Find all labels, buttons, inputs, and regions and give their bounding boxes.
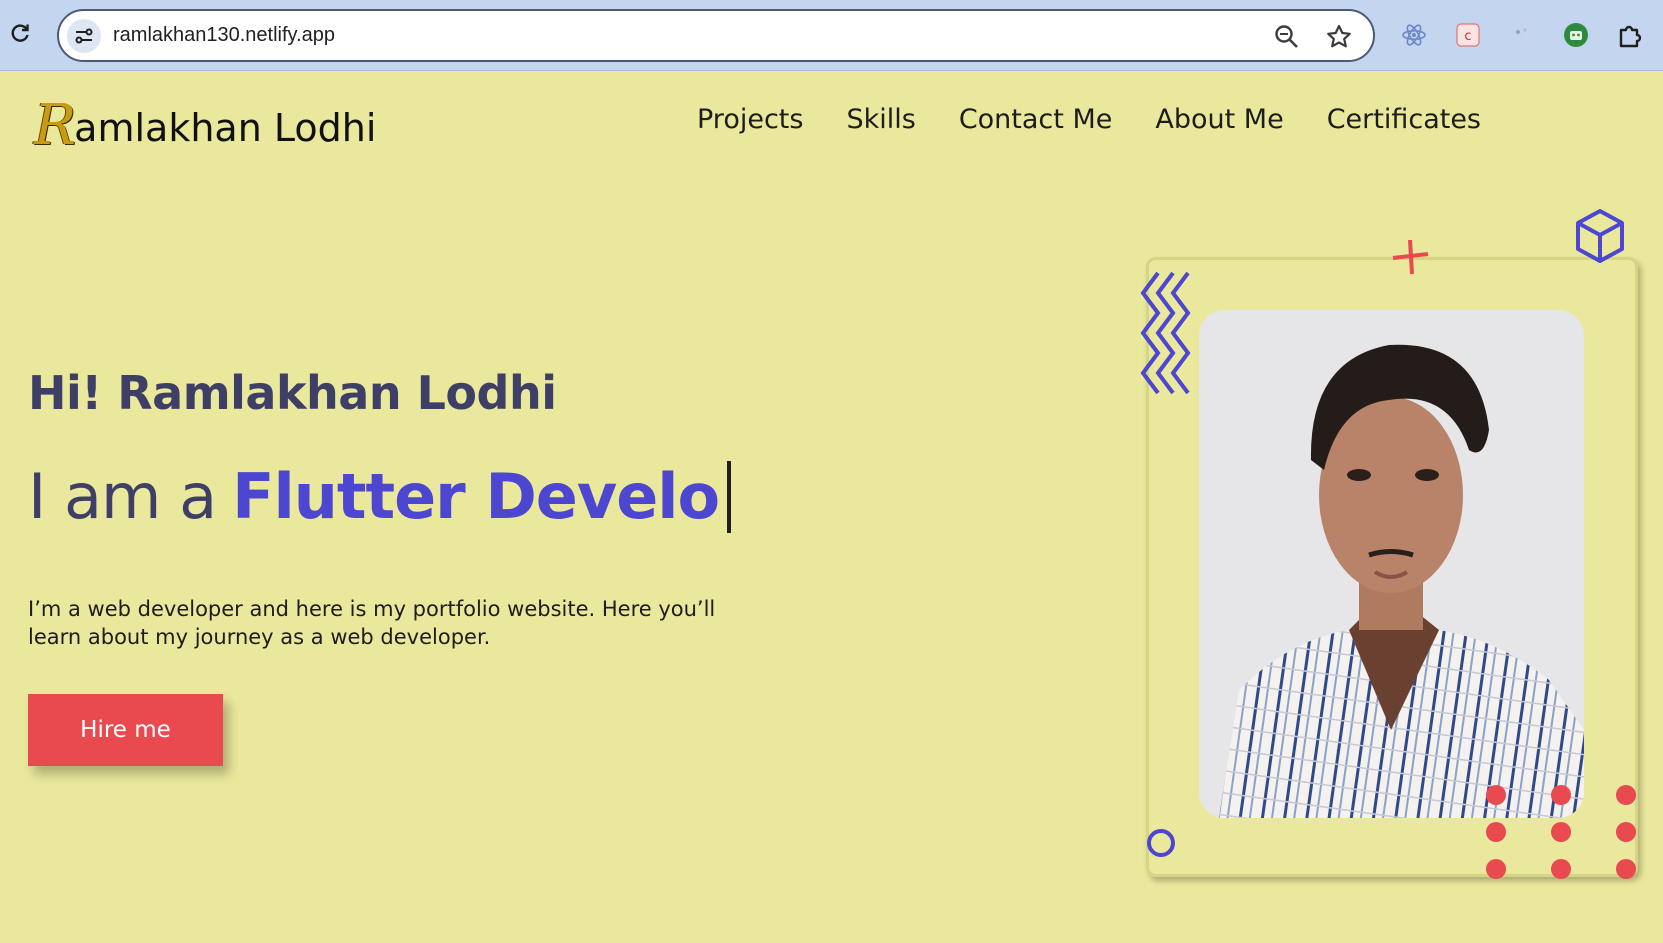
- site-info-icon[interactable]: [67, 19, 101, 53]
- logo-text: amlakhan Lodhi: [74, 106, 377, 150]
- plus-decoration: [1392, 239, 1429, 275]
- logo-initial: R: [34, 93, 77, 158]
- nav-skills[interactable]: Skills: [846, 104, 915, 135]
- extension-gray-icon[interactable]: [1507, 20, 1537, 50]
- profile-photo: [1199, 310, 1584, 818]
- role-typed-text: Flutter Develo: [232, 460, 720, 533]
- cube-decoration: [1576, 209, 1624, 263]
- zigzag-decoration: [1140, 271, 1191, 395]
- nav-certificates[interactable]: Certificates: [1327, 104, 1481, 135]
- address-bar[interactable]: ramlakhan130.netlify.app: [57, 9, 1375, 62]
- role-prefix: I am a: [28, 460, 217, 533]
- reload-icon[interactable]: [6, 19, 34, 47]
- bookmark-star-icon[interactable]: [1325, 23, 1353, 51]
- extension-red-icon[interactable]: c: [1453, 20, 1483, 50]
- zoom-icon[interactable]: [1273, 23, 1301, 51]
- site-logo[interactable]: R amlakhan Lodhi: [34, 92, 376, 154]
- extension-green-icon[interactable]: [1561, 20, 1591, 50]
- hero-role-line: I am a Flutter Develo: [28, 460, 732, 533]
- svg-text:c: c: [1464, 29, 1471, 44]
- intro-line-2: learn about my journey as a web develope…: [28, 625, 491, 649]
- typing-caret: [727, 460, 732, 533]
- dots-decoration: [1486, 785, 1636, 879]
- main-nav: Projects Skills Contact Me About Me Cert…: [697, 104, 1481, 135]
- nav-contact-me[interactable]: Contact Me: [959, 104, 1113, 135]
- ring-decoration: [1147, 829, 1175, 857]
- url-text[interactable]: ramlakhan130.netlify.app: [113, 24, 335, 47]
- nav-about-me[interactable]: About Me: [1155, 104, 1283, 135]
- extensions-puzzle-icon[interactable]: [1615, 20, 1645, 50]
- nav-projects[interactable]: Projects: [697, 104, 803, 135]
- react-devtools-icon[interactable]: [1399, 20, 1429, 50]
- intro-line-1: I’m a web developer and here is my portf…: [28, 597, 716, 621]
- hire-me-button[interactable]: Hire me: [28, 694, 223, 766]
- hero-intro: I’m a web developer and here is my portf…: [28, 595, 728, 651]
- hero-greeting: Hi! Ramlakhan Lodhi: [28, 366, 557, 420]
- browser-toolbar: ramlakhan130.netlify.app c: [0, 0, 1663, 71]
